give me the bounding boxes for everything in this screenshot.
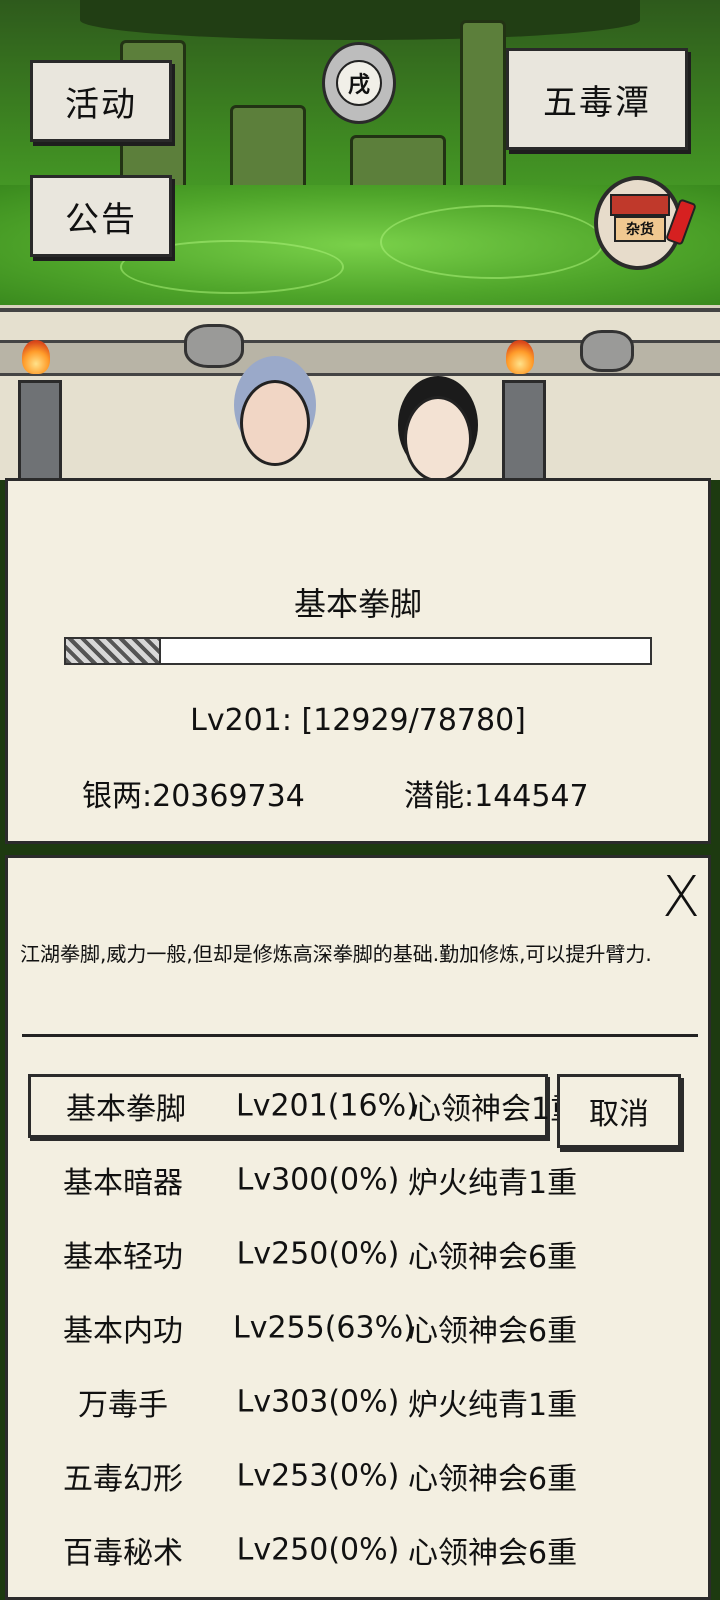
- shop-roof: [610, 194, 670, 216]
- skill-level: Lv255(63%): [233, 1310, 415, 1346]
- skill-rank: 心领神会1重: [411, 1092, 581, 1127]
- skill-rank: 心领神会6重: [408, 1240, 578, 1275]
- skill-row[interactable]: 基本内功 Lv255(63%) 心领神会6重: [28, 1296, 577, 1360]
- torch-pillar: [18, 380, 62, 480]
- skill-list-panel: X 江湖拳脚,威力一般,但却是修炼高深拳脚的基础.勤加修炼,可以提升臂力. 基本…: [5, 855, 711, 1600]
- skill-rank: 心领神会6重: [408, 1536, 578, 1571]
- location-button[interactable]: 五毒潭: [506, 48, 688, 150]
- cancel-button[interactable]: 取消: [557, 1074, 681, 1148]
- torch-flame-icon: [22, 340, 50, 374]
- skill-row[interactable]: 五毒幻形 Lv253(0%) 心领神会6重: [28, 1444, 577, 1508]
- torch-pillar: [502, 380, 546, 480]
- skill-rank: 炉火纯青1重: [408, 1166, 578, 1201]
- skill-name: 基本暗器: [63, 1166, 183, 1201]
- tree-stump: [460, 20, 506, 196]
- skill-info-panel: 基本拳脚 Lv201: [12929/78780] 银两:20369734 潜能…: [5, 478, 711, 844]
- time-of-day-badge: 戌: [322, 42, 396, 124]
- skill-row[interactable]: 万毒手 Lv303(0%) 炉火纯青1重: [28, 1370, 577, 1434]
- skill-level: Lv250(0%): [236, 1236, 400, 1272]
- skill-progress-bar: [64, 637, 652, 665]
- skill-level: Lv201(16%): [236, 1088, 418, 1124]
- rock: [184, 324, 244, 368]
- skill-row[interactable]: 百毒秘术 Lv250(0%) 心领神会6重: [28, 1518, 577, 1582]
- divider: [22, 1034, 698, 1037]
- shop-label: 杂货: [614, 216, 666, 242]
- tree-canopy: [80, 0, 640, 40]
- skill-row[interactable]: 基本轻功 Lv250(0%) 心领神会6重: [28, 1222, 577, 1286]
- close-button[interactable]: X: [659, 870, 703, 926]
- skill-name: 基本拳脚: [66, 1092, 186, 1127]
- skill-level: Lv250(0%): [236, 1532, 400, 1568]
- skill-rank: 心领神会6重: [408, 1462, 578, 1497]
- player-character[interactable]: [240, 380, 310, 466]
- torch-flame-icon: [506, 340, 534, 374]
- skill-level: Lv300(0%): [236, 1162, 400, 1198]
- npc-character[interactable]: [404, 396, 472, 480]
- skill-level-exp: Lv201: [12929/78780]: [190, 703, 526, 738]
- skill-rank: 心领神会6重: [408, 1314, 578, 1349]
- skill-row[interactable]: 基本拳脚 Lv201(16%) 心领神会1重: [28, 1074, 580, 1138]
- skill-name: 百毒秘术: [63, 1536, 183, 1571]
- skill-name: 基本轻功: [63, 1240, 183, 1275]
- skill-rank: 炉火纯青1重: [408, 1388, 578, 1423]
- potential-amount: 潜能:144547: [404, 779, 589, 814]
- skill-title: 基本拳脚: [293, 585, 422, 623]
- skill-level: Lv303(0%): [236, 1384, 400, 1420]
- notice-button[interactable]: 公告: [30, 175, 172, 257]
- skill-description: 江湖拳脚,威力一般,但却是修炼高深拳脚的基础.勤加修炼,可以提升臂力.: [20, 942, 652, 966]
- activity-button[interactable]: 活动: [30, 60, 172, 142]
- silver-amount: 银两:20369734: [82, 779, 305, 814]
- skill-level: Lv253(0%): [236, 1458, 400, 1494]
- skill-name: 五毒幻形: [63, 1462, 183, 1497]
- skill-progress-fill: [66, 639, 162, 663]
- rock: [580, 330, 634, 372]
- skill-row[interactable]: 基本暗器 Lv300(0%) 炉火纯青1重: [28, 1148, 577, 1212]
- skill-name: 万毒手: [78, 1388, 168, 1423]
- shop-stall-icon[interactable]: 杂货: [594, 176, 682, 270]
- skill-name: 基本内功: [63, 1314, 183, 1349]
- time-of-day-label: 戌: [336, 60, 382, 106]
